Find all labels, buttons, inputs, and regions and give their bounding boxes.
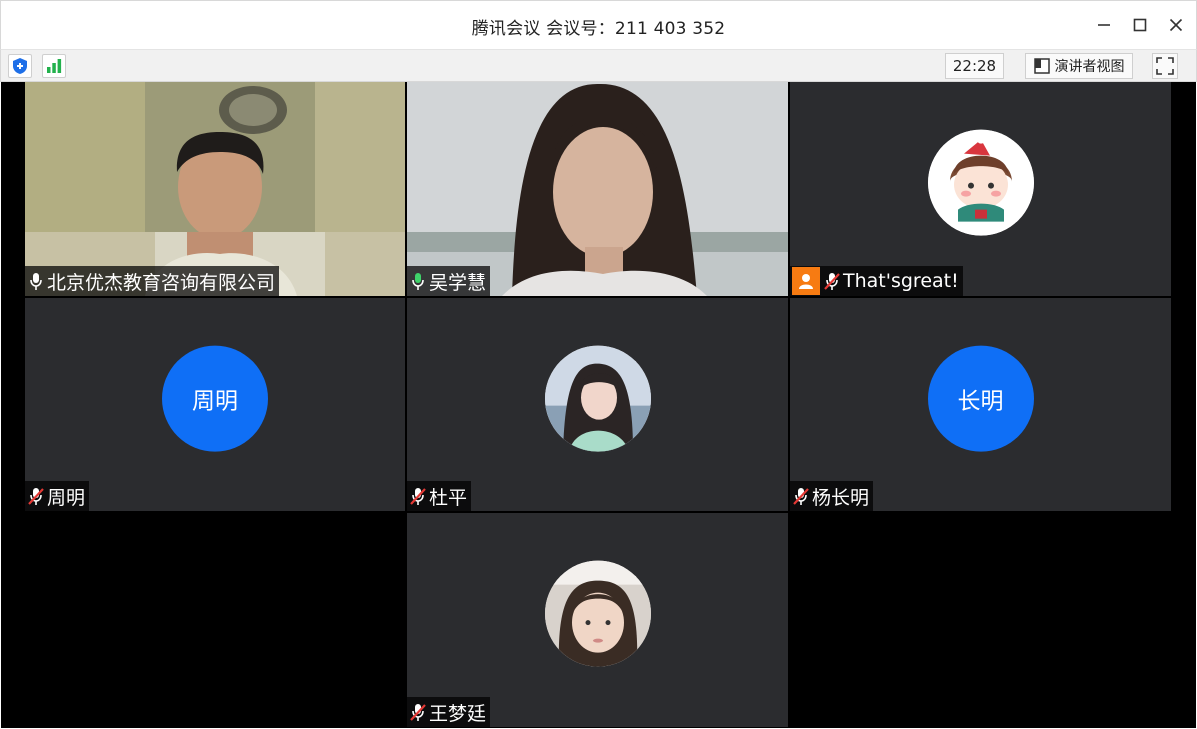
microphone-muted-icon	[410, 486, 426, 506]
meeting-toolbar: 22:28 演讲者视图	[0, 49, 1197, 82]
participant-avatar	[927, 129, 1034, 236]
avatar-image	[544, 345, 651, 452]
participant-name: 周明	[47, 486, 86, 509]
microphone-muted-icon	[410, 702, 426, 722]
microphone-muted-icon	[28, 486, 44, 506]
meeting-timer: 22:28	[945, 53, 1004, 79]
presenter-view-button[interactable]: 演讲者视图	[1025, 53, 1133, 79]
microphone-muted-icon	[793, 486, 809, 506]
participant-name-bar: 杨长明	[790, 481, 874, 511]
maximize-icon	[1133, 18, 1147, 32]
person-icon	[792, 267, 820, 295]
participant-tile-avatar[interactable]: 周明 周明	[25, 298, 405, 511]
participant-name-bar: 北京优杰教育咨询有限公司	[25, 266, 280, 296]
presenter-view-icon	[1033, 58, 1050, 74]
participant-name-bar: 杜平	[407, 481, 472, 511]
minimize-icon	[1098, 24, 1110, 26]
microphone-muted-icon	[824, 271, 840, 291]
participant-tile-avatar[interactable]: That'sgreat!	[790, 82, 1171, 296]
fullscreen-button[interactable]	[1152, 53, 1178, 79]
camera-feed-image	[407, 82, 788, 296]
participant-name: 杨长明	[812, 486, 870, 509]
minimize-button[interactable]	[1092, 13, 1116, 37]
participant-name: 王梦廷	[429, 702, 487, 725]
microphone-icon	[28, 271, 44, 291]
security-button[interactable]	[8, 54, 32, 78]
participant-tile-avatar[interactable]: 王梦廷	[407, 513, 788, 727]
close-icon	[1169, 18, 1183, 32]
participant-name-bar: 王梦廷	[407, 697, 491, 727]
participant-tile-avatar[interactable]: 杜平	[407, 298, 788, 511]
window-title: 腾讯会议 会议号：211 403 352	[471, 19, 726, 39]
participant-tile-avatar[interactable]: 长明 杨长明	[790, 298, 1171, 511]
microphone-speaking-icon	[410, 271, 426, 291]
participant-name-bar: 周明	[25, 481, 90, 511]
video-grid: 北京优杰教育咨询有限公司 吴学慧 That'sgreat! 周明 周明 杜平 长…	[1, 82, 1196, 728]
participant-tile-video-active[interactable]: 吴学慧	[407, 82, 788, 296]
signal-icon	[47, 59, 62, 73]
participant-avatar: 长明	[927, 345, 1034, 452]
title-bar: 腾讯会议 会议号：211 403 352	[0, 0, 1197, 49]
network-status-button[interactable]	[42, 54, 66, 78]
participant-name: That'sgreat!	[843, 270, 959, 292]
close-button[interactable]	[1164, 13, 1188, 37]
participant-name: 杜平	[429, 486, 468, 509]
fullscreen-icon	[1156, 57, 1174, 75]
shield-icon	[13, 58, 27, 74]
participant-name-bar: 吴学慧	[407, 266, 491, 296]
participant-avatar	[544, 560, 651, 667]
participant-avatar: 周明	[162, 345, 268, 452]
avatar-image	[927, 129, 1034, 236]
presenter-view-label: 演讲者视图	[1054, 59, 1125, 75]
participant-tile-video[interactable]: 北京优杰教育咨询有限公司	[25, 82, 405, 296]
participant-name: 吴学慧	[429, 271, 487, 294]
avatar-image	[544, 560, 651, 667]
participant-name: 北京优杰教育咨询有限公司	[47, 271, 276, 294]
participant-avatar	[544, 345, 651, 452]
participant-name-bar: That'sgreat!	[790, 266, 963, 296]
maximize-button[interactable]	[1128, 13, 1152, 37]
camera-feed-image	[25, 82, 405, 296]
